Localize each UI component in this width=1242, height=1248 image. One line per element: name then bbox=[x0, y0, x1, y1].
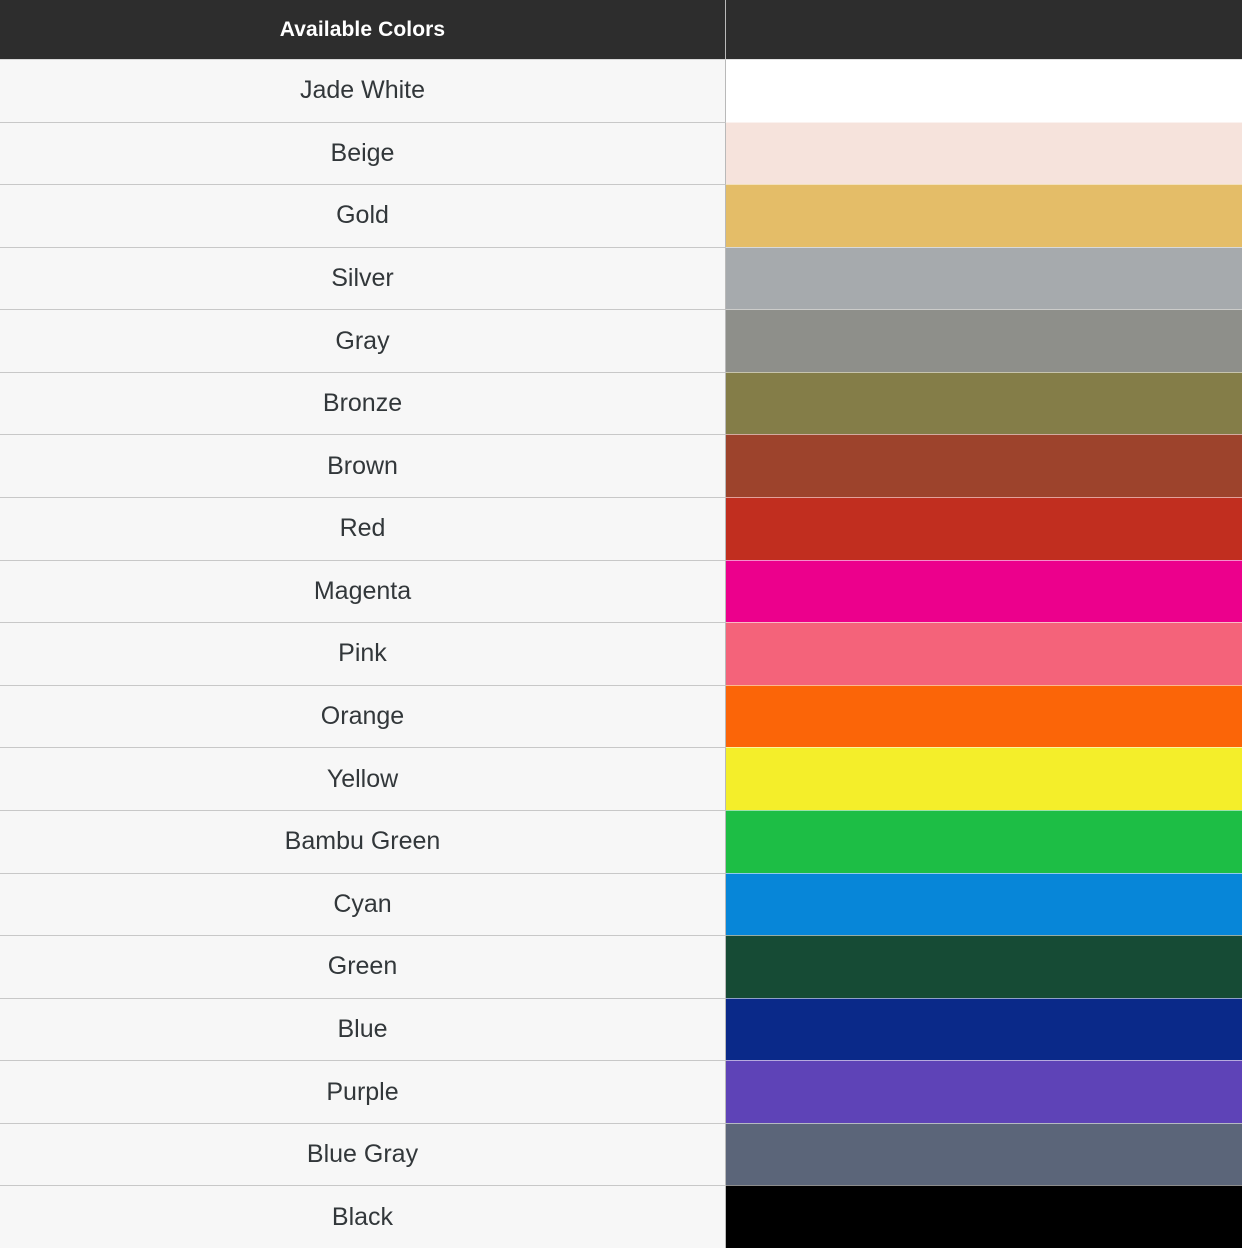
color-swatch bbox=[726, 684, 1242, 748]
table-row: Magenta bbox=[0, 559, 1242, 623]
color-name-cell: Purple bbox=[0, 1060, 726, 1123]
table-header-row: Available Colors bbox=[0, 0, 1242, 59]
color-name-label: Green bbox=[327, 952, 398, 981]
color-swatch bbox=[726, 622, 1242, 685]
available-colors-table: Available Colors Jade White Beige Gold Silv… bbox=[0, 0, 1242, 1248]
color-name-cell: Black bbox=[0, 1185, 726, 1248]
table-row: Silver bbox=[0, 246, 1242, 310]
table-row: Pink bbox=[0, 622, 1242, 685]
color-name-cell: Beige bbox=[0, 121, 726, 185]
table-row: Bronze bbox=[0, 371, 1242, 435]
color-name-cell: Bronze bbox=[0, 371, 726, 435]
table-row: Black bbox=[0, 1185, 1242, 1248]
color-name-cell: Red bbox=[0, 497, 726, 560]
color-name-cell: Jade White bbox=[0, 59, 726, 122]
color-swatch bbox=[726, 1122, 1242, 1186]
color-name-label: Black bbox=[331, 1202, 394, 1231]
table-row: Yellow bbox=[0, 747, 1242, 810]
table-row: Bambu Green bbox=[0, 809, 1242, 873]
color-name-label: Silver bbox=[331, 264, 394, 293]
color-name-label: Orange bbox=[320, 702, 405, 731]
table-row: Gray bbox=[0, 309, 1242, 372]
color-swatch bbox=[726, 434, 1242, 498]
color-name-label: Jade White bbox=[299, 76, 426, 105]
color-swatch bbox=[726, 809, 1242, 873]
table-row: Cyan bbox=[0, 872, 1242, 936]
color-name-cell: Cyan bbox=[0, 872, 726, 936]
color-name-cell: Brown bbox=[0, 434, 726, 498]
color-swatch bbox=[726, 59, 1242, 122]
color-swatch bbox=[726, 872, 1242, 936]
color-swatch bbox=[726, 121, 1242, 185]
color-name-label: Cyan bbox=[333, 889, 392, 918]
color-swatch bbox=[726, 184, 1242, 247]
color-name-label: Purple bbox=[326, 1077, 399, 1106]
color-swatch bbox=[726, 747, 1242, 810]
color-name-label: Blue bbox=[337, 1014, 388, 1043]
color-swatch bbox=[726, 559, 1242, 623]
table-row: Orange bbox=[0, 684, 1242, 748]
color-name-label: Pink bbox=[338, 639, 387, 668]
header-cell-color-name: Available Colors bbox=[0, 0, 726, 59]
color-swatch bbox=[726, 246, 1242, 310]
color-swatch bbox=[726, 997, 1242, 1061]
color-swatch bbox=[726, 1185, 1242, 1248]
table-row: Gold bbox=[0, 184, 1242, 247]
color-name-cell: Yellow bbox=[0, 747, 726, 810]
color-swatch bbox=[726, 1060, 1242, 1123]
color-name-label: Brown bbox=[327, 451, 398, 480]
table-row: Brown bbox=[0, 434, 1242, 498]
color-name-label: Magenta bbox=[313, 576, 412, 605]
table-row: Beige bbox=[0, 121, 1242, 185]
color-name-label: Beige bbox=[330, 138, 395, 167]
color-swatch bbox=[726, 309, 1242, 372]
color-name-cell: Gray bbox=[0, 309, 726, 372]
color-name-cell: Pink bbox=[0, 622, 726, 685]
color-name-label: Red bbox=[339, 514, 386, 543]
table-row: Red bbox=[0, 497, 1242, 560]
table-row: Blue bbox=[0, 997, 1242, 1061]
color-name-cell: Blue Gray bbox=[0, 1122, 726, 1186]
table-body: Jade White Beige Gold Silver Gray Bronze Brown… bbox=[0, 59, 1242, 1248]
header-label-available-colors: Available Colors bbox=[279, 17, 446, 41]
color-name-label: Yellow bbox=[326, 764, 399, 793]
color-swatch bbox=[726, 935, 1242, 998]
color-swatch bbox=[726, 371, 1242, 435]
table-row: Purple bbox=[0, 1060, 1242, 1123]
color-name-cell: Green bbox=[0, 935, 726, 998]
header-cell-swatch bbox=[726, 0, 1242, 59]
color-name-cell: Silver bbox=[0, 246, 726, 310]
color-name-label: Gray bbox=[335, 326, 390, 355]
color-name-cell: Bambu Green bbox=[0, 809, 726, 873]
color-swatch bbox=[726, 497, 1242, 560]
color-name-cell: Blue bbox=[0, 997, 726, 1061]
color-name-label: Bambu Green bbox=[284, 827, 441, 856]
color-name-cell: Gold bbox=[0, 184, 726, 247]
table-row: Green bbox=[0, 935, 1242, 998]
color-name-cell: Orange bbox=[0, 684, 726, 748]
table-row: Jade White bbox=[0, 59, 1242, 122]
color-name-cell: Magenta bbox=[0, 559, 726, 623]
color-name-label: Gold bbox=[336, 201, 389, 230]
color-name-label: Blue Gray bbox=[306, 1140, 419, 1169]
table-row: Blue Gray bbox=[0, 1122, 1242, 1186]
color-name-label: Bronze bbox=[322, 389, 403, 418]
